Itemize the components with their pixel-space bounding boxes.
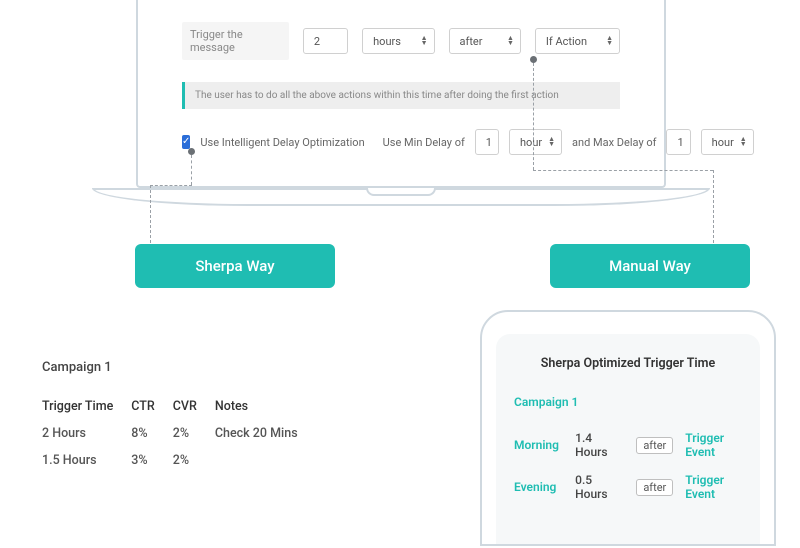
trigger-label: Trigger the message [182, 22, 289, 60]
campaign-table: Campaign 1 Trigger Time CTR CVR Notes 2 … [42, 360, 316, 474]
laptop-content: Trigger the message 2 hours ▲▼ after ▲▼ … [138, 0, 664, 175]
col-ctr: CTR [131, 393, 172, 420]
trigger-when: after [460, 35, 483, 48]
table-header-row: Trigger Time CTR CVR Notes [42, 393, 316, 420]
cell: Check 20 Mins [215, 420, 316, 447]
min-delay-value: 1 [486, 136, 492, 149]
stepper-icon: ▲▼ [606, 36, 613, 46]
max-delay-unit-select[interactable]: hour ▲▼ [701, 129, 754, 155]
cell: 3% [131, 447, 172, 474]
phone-screen: Sherpa Optimized Trigger Time Campaign 1… [496, 334, 760, 544]
delay-row: ✓ Use Intelligent Delay Optimization Use… [182, 129, 620, 155]
laptop-screen: Trigger the message 2 hours ▲▼ after ▲▼ … [136, 0, 666, 188]
connector-line [150, 185, 151, 243]
min-delay-unit-select[interactable]: hour ▲▼ [509, 129, 562, 155]
phone-campaign: Campaign 1 [514, 395, 742, 409]
col-cvr: CVR [173, 393, 215, 420]
stepper-icon: ▲▼ [507, 36, 514, 46]
connector-line [533, 63, 534, 170]
info-banner: The user has to do all the above actions… [182, 82, 620, 109]
cell: 2% [173, 447, 215, 474]
connector-line [191, 155, 192, 185]
table-row: 1.5 Hours 3% 2% [42, 447, 316, 474]
manual-way-label: Manual Way [609, 257, 691, 275]
table-title: Campaign 1 [42, 360, 316, 375]
stepper-icon: ▲▼ [421, 36, 428, 46]
cell [215, 447, 316, 474]
min-delay-label: Use Min Delay of [383, 136, 465, 149]
sherpa-way-label: Sherpa Way [195, 257, 274, 275]
manual-way-button[interactable]: Manual Way [550, 244, 750, 288]
after-tag: after [636, 437, 673, 454]
trigger-when-select[interactable]: after ▲▼ [449, 28, 521, 54]
trigger-row: Trigger the message 2 hours ▲▼ after ▲▼ … [182, 22, 620, 60]
cell: 2 Hours [42, 420, 131, 447]
period-label: Morning [514, 438, 563, 452]
connector-line [533, 170, 713, 171]
max-delay-input[interactable]: 1 [666, 129, 690, 155]
max-delay-unit: hour [712, 136, 734, 149]
optimized-row: Evening 0.5 Hours after Trigger Event [514, 473, 742, 501]
cell: 2% [173, 420, 215, 447]
optimized-row: Morning 1.4 Hours after Trigger Event [514, 431, 742, 459]
phone-mock: Sherpa Optimized Trigger Time Campaign 1… [480, 310, 776, 546]
connector-dot [530, 56, 537, 63]
connector-dot [188, 148, 195, 155]
trigger-condition-select[interactable]: If Action ▲▼ [535, 28, 620, 54]
event-label: Trigger Event [685, 473, 742, 501]
connector-line [150, 185, 192, 186]
join-label: and Max Delay of [572, 136, 656, 149]
after-tag: after [636, 479, 673, 496]
phone-title: Sherpa Optimized Trigger Time [514, 356, 742, 371]
sherpa-way-button[interactable]: Sherpa Way [135, 244, 335, 288]
stepper-icon: ▲▼ [548, 137, 555, 147]
intelligent-delay-checkbox[interactable]: ✓ [182, 135, 190, 149]
stepper-icon: ▲▼ [740, 137, 747, 147]
trigger-count-input[interactable]: 2 [303, 28, 348, 54]
metrics-table: Trigger Time CTR CVR Notes 2 Hours 8% 2%… [42, 393, 316, 474]
max-delay-value: 1 [677, 136, 683, 149]
event-label: Trigger Event [685, 431, 742, 459]
col-trigger-time: Trigger Time [42, 393, 131, 420]
min-delay-input[interactable]: 1 [475, 129, 499, 155]
cell: 8% [131, 420, 172, 447]
trigger-count: 2 [314, 35, 320, 48]
trigger-unit-select[interactable]: hours ▲▼ [362, 28, 434, 54]
trigger-unit: hours [373, 35, 401, 48]
hours-value: 0.5 Hours [575, 473, 624, 501]
laptop-base [92, 188, 710, 206]
connector-line [713, 170, 714, 243]
period-label: Evening [514, 480, 563, 494]
checkbox-label: Use Intelligent Delay Optimization [200, 136, 364, 149]
trigger-condition: If Action [546, 35, 587, 48]
hours-value: 1.4 Hours [575, 431, 624, 459]
col-notes: Notes [215, 393, 316, 420]
cell: 1.5 Hours [42, 447, 131, 474]
laptop-notch [366, 188, 436, 196]
table-row: 2 Hours 8% 2% Check 20 Mins [42, 420, 316, 447]
min-delay-unit: hour [520, 136, 542, 149]
